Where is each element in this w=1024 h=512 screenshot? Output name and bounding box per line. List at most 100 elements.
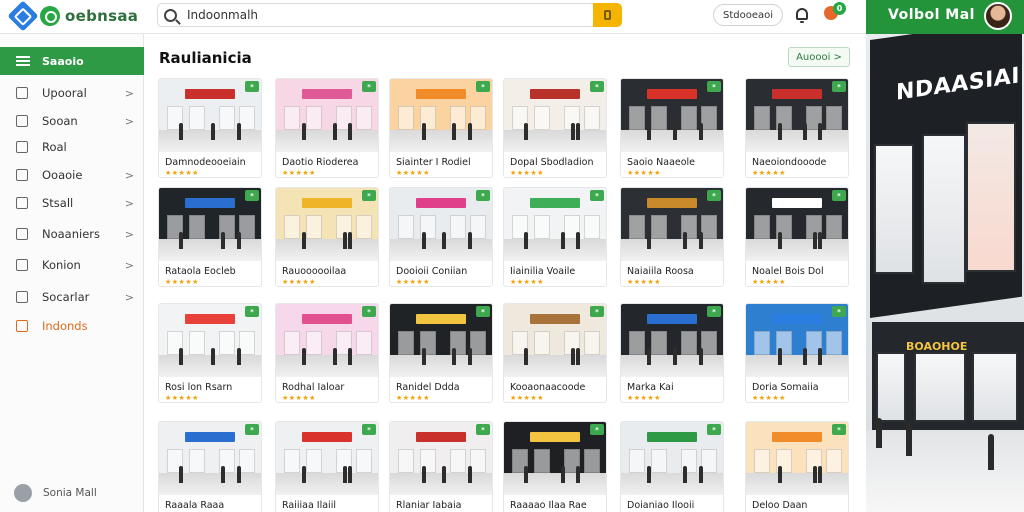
sidebar-item[interactable]: Roal (0, 135, 144, 159)
store-card[interactable]: * Naiaiila Roosa ★★★★★ (620, 187, 724, 287)
promo-window-right (966, 122, 1016, 272)
store-card[interactable]: *Doianiao Ilooii★★★★★ (620, 421, 724, 512)
store-card[interactable]: * Saoio Naaeole ★★★★★ (620, 78, 724, 178)
favorite-badge-icon[interactable]: * (476, 424, 490, 435)
store-card[interactable]: * Marka Kai ★★★★★ (620, 303, 724, 403)
logo-text: oebnsaa (65, 7, 139, 25)
store-card[interactable]: * Doria Somaiia ★★★★★ (745, 303, 849, 403)
favorite-badge-icon[interactable]: * (832, 424, 846, 435)
store-card-name: Rataola Eocleb (165, 266, 236, 277)
thumb-shopper (179, 348, 183, 365)
sidebar-item-label: Stsall (42, 196, 74, 210)
thumb-floor (746, 473, 848, 495)
favorite-badge-icon[interactable]: * (362, 190, 376, 201)
store-card[interactable]: * Rosi lon Rsarn ★★★★★ (158, 303, 262, 403)
store-card[interactable]: * Dopal Sbodladion ★★★★★ (503, 78, 607, 178)
thumb-window (701, 449, 717, 473)
favorite-badge-icon[interactable]: * (707, 190, 721, 201)
sidebar-item[interactable]: Indonds (0, 314, 144, 338)
store-card[interactable]: * Dooioii Coniian ★★★★★ (389, 187, 493, 287)
filter-button[interactable]: Auoooi > (788, 47, 850, 67)
store-card[interactable]: *Rlaniar Iabaia★★★★★ (389, 421, 493, 512)
sidebar-item[interactable]: Konion > (0, 253, 144, 277)
favorite-badge-icon[interactable]: * (476, 306, 490, 317)
favorite-badge-icon[interactable]: * (245, 306, 259, 317)
store-card[interactable]: * Kooaonaacoode ★★★★★ (503, 303, 607, 403)
logo[interactable]: oebnsaa (7, 0, 139, 32)
store-card[interactable]: * Ranidel Ddda ★★★★★ (389, 303, 493, 403)
sidebar-item-label: Sooan (42, 114, 78, 128)
thumb-window (239, 215, 255, 239)
sidebar-item[interactable]: Socarlar > (0, 285, 144, 309)
store-button[interactable]: Stdooeaoi (713, 4, 783, 26)
favorite-badge-icon[interactable]: * (590, 424, 604, 435)
thumb-shopper (778, 348, 782, 365)
store-card-name: Dooioii Coniian (396, 266, 468, 277)
store-card-name: Noalel Bois Dol (752, 266, 824, 277)
chevron-right-icon: > (124, 290, 134, 304)
notification-bell-icon[interactable] (796, 8, 808, 23)
favorite-badge-icon[interactable]: * (476, 81, 490, 92)
thumb-window (284, 106, 300, 130)
store-card[interactable]: * Iiainilia Voaile ★★★★★ (503, 187, 607, 287)
store-card[interactable]: * Rauoooooilaa ★★★★★ (275, 187, 379, 287)
user-avatar[interactable] (984, 2, 1012, 30)
favorite-badge-icon[interactable]: * (476, 190, 490, 201)
favorite-badge-icon[interactable]: * (245, 424, 259, 435)
chevron-right-icon: > (124, 258, 134, 272)
thumb-window (629, 331, 645, 355)
thumb-store-sign (185, 89, 235, 99)
favorite-badge-icon[interactable]: * (362, 424, 376, 435)
thumb-shopper (647, 348, 651, 365)
store-card-name: Rodhal Ialoar (282, 382, 345, 393)
thumb-window (189, 106, 205, 130)
sidebar-item[interactable]: Sooan > (0, 109, 144, 133)
favorite-badge-icon[interactable]: * (832, 81, 846, 92)
store-card[interactable]: * Rataola Eocleb ★★★★★ (158, 187, 262, 287)
rating-stars-icon: ★★★★★ (282, 278, 316, 286)
store-card[interactable]: *Raaala Raaa★★★★★ (158, 421, 262, 512)
sidebar-item[interactable]: Upooral > (0, 81, 144, 105)
favorite-badge-icon[interactable]: * (832, 306, 846, 317)
store-card[interactable]: * Naeoiondooode ★★★★★ (745, 78, 849, 178)
search-submit-button[interactable] (593, 3, 622, 27)
thumb-shopper (699, 232, 703, 249)
sidebar-footer[interactable]: Sonia Mall (14, 484, 97, 502)
favorite-badge-icon[interactable]: * (362, 306, 376, 317)
store-thumbnail: * (276, 422, 378, 495)
brand-title: Volbol Mal (888, 7, 975, 23)
favorite-badge-icon[interactable]: * (707, 424, 721, 435)
store-card[interactable]: * Damnodeooeiain ★★★★★ (158, 78, 262, 178)
store-card[interactable]: *Raaaao Ilaa Rae★★★★★ (503, 421, 607, 512)
thumb-shopper (818, 232, 822, 249)
thumb-store-sign (302, 432, 352, 442)
promo-shopper (988, 434, 994, 470)
store-card[interactable]: * Noalel Bois Dol ★★★★★ (745, 187, 849, 287)
sidebar-item-active[interactable]: Saaoio (0, 47, 144, 75)
thumb-shopper (179, 466, 183, 483)
favorite-badge-icon[interactable]: * (590, 190, 604, 201)
store-thumbnail: * (159, 79, 261, 152)
favorite-badge-icon[interactable]: * (707, 306, 721, 317)
favorite-badge-icon[interactable]: * (832, 190, 846, 201)
thumb-shopper (576, 466, 580, 483)
store-card[interactable]: * Daotio Rioderea ★★★★★ (275, 78, 379, 178)
sidebar-item[interactable]: Noaaniers > (0, 222, 144, 246)
store-card[interactable]: * Rodhal Ialoar ★★★★★ (275, 303, 379, 403)
sidebar-item[interactable]: Stsall > (0, 191, 144, 215)
promo-panel[interactable]: NDAASIAI BOAOHOE (866, 34, 1024, 512)
thumb-window (239, 106, 255, 130)
store-card[interactable]: * Siainter I Rodiel ★★★★★ (389, 78, 493, 178)
favorite-badge-icon[interactable]: * (362, 81, 376, 92)
favorite-badge-icon[interactable]: * (245, 81, 259, 92)
favorite-badge-icon[interactable]: * (590, 81, 604, 92)
store-card[interactable]: *Raiiiaa Ilaiil★★★★★ (275, 421, 379, 512)
favorite-badge-icon[interactable]: * (590, 306, 604, 317)
thumb-window (450, 449, 466, 473)
store-card[interactable]: *Deloo Daan★★★★★ (745, 421, 849, 512)
favorite-badge-icon[interactable]: * (707, 81, 721, 92)
sidebar-item[interactable]: Ooaoie > (0, 163, 144, 187)
search-input[interactable] (187, 8, 577, 22)
favorite-badge-icon[interactable]: * (245, 190, 259, 201)
thumb-window (584, 215, 600, 239)
